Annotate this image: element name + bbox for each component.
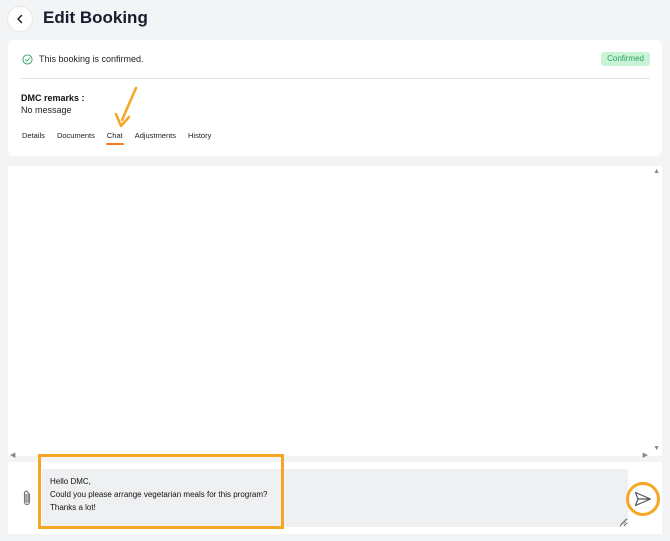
compose-bar: Hello DMC, Could you please arrange vege… bbox=[8, 462, 662, 534]
paperclip-icon[interactable] bbox=[20, 489, 34, 507]
tab-history[interactable]: History bbox=[188, 131, 211, 140]
send-icon bbox=[634, 491, 652, 507]
tab-documents[interactable]: Documents bbox=[57, 131, 95, 140]
horizontal-scrollbar[interactable]: ◀ ▶ bbox=[8, 450, 662, 462]
scroll-up-icon[interactable]: ▲ bbox=[653, 168, 660, 175]
message-input[interactable]: Hello DMC, Could you please arrange vege… bbox=[42, 469, 628, 527]
status-badge: Confirmed bbox=[601, 52, 650, 66]
header: Edit Booking bbox=[0, 0, 670, 38]
remarks-value: No message bbox=[21, 105, 72, 115]
resize-grip-icon[interactable] bbox=[620, 518, 626, 524]
tab-details[interactable]: Details bbox=[22, 131, 45, 140]
booking-card: This booking is confirmed. Confirmed DMC… bbox=[8, 40, 662, 156]
send-button[interactable] bbox=[626, 482, 660, 516]
remarks-label: DMC remarks : bbox=[21, 93, 85, 103]
confirmation-message: This booking is confirmed. bbox=[39, 54, 144, 64]
chat-message-area[interactable]: ▲ ▼ bbox=[8, 166, 662, 456]
scroll-left-icon[interactable]: ◀ bbox=[10, 451, 15, 459]
divider bbox=[20, 78, 650, 79]
annotation-arrow-icon bbox=[114, 86, 138, 128]
scroll-right-icon[interactable]: ▶ bbox=[643, 451, 648, 459]
check-circle-icon bbox=[22, 54, 33, 65]
back-button[interactable] bbox=[8, 7, 32, 31]
page-title: Edit Booking bbox=[43, 8, 148, 27]
back-arrow-icon bbox=[17, 14, 23, 24]
